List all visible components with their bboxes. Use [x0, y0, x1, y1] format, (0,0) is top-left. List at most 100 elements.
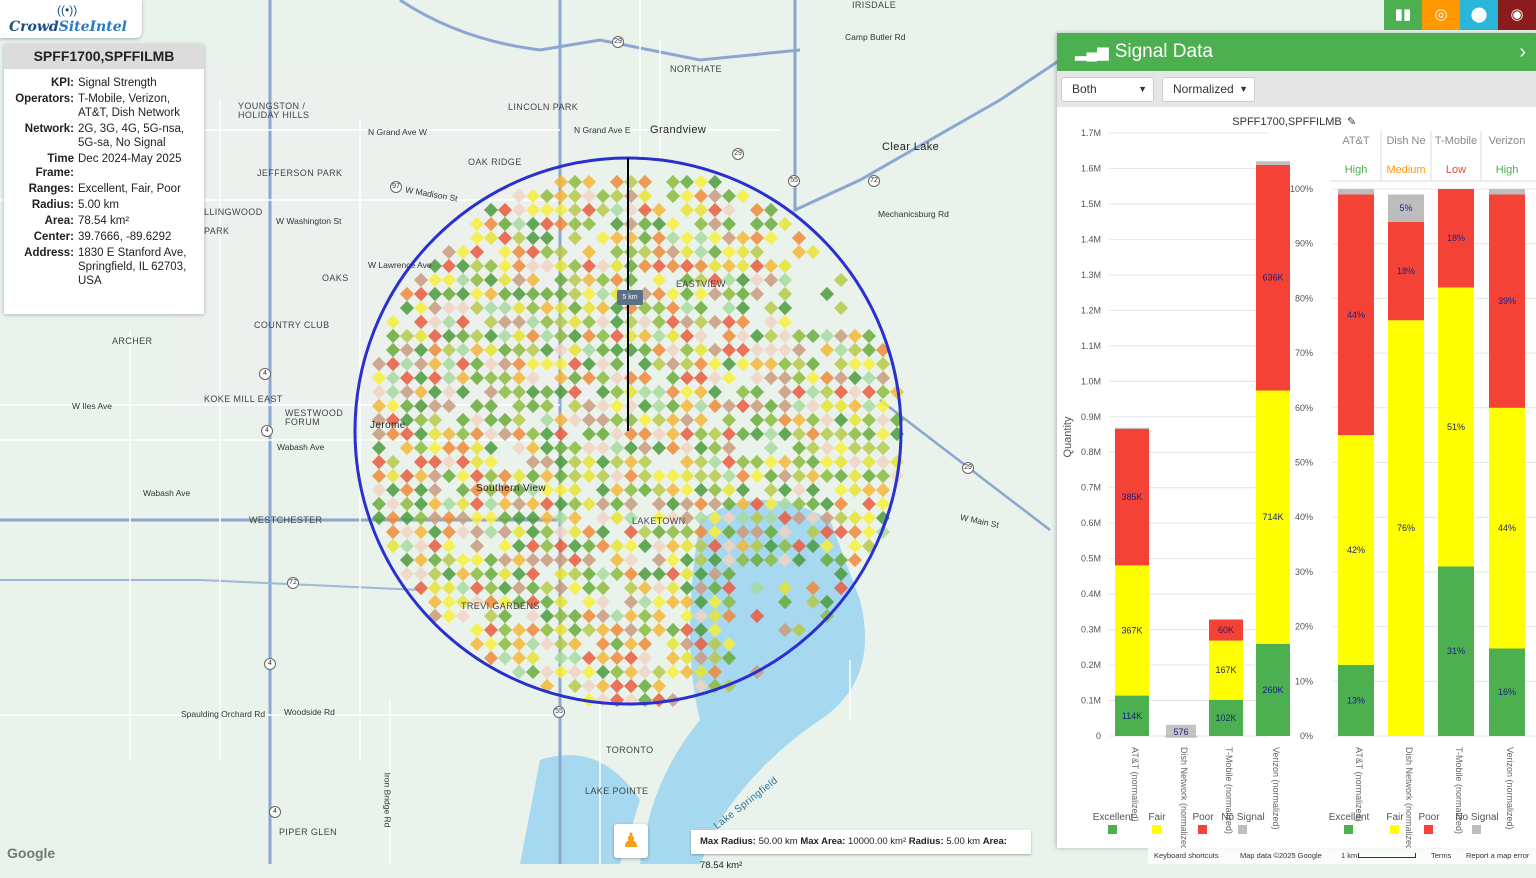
heatmap-cell: [539, 538, 555, 554]
heatmap-cell: [441, 566, 457, 582]
heatmap-cell: [553, 622, 569, 638]
quality-label: High: [1345, 164, 1368, 176]
heatmap-cell: [707, 216, 723, 232]
heatmap-cell: [483, 580, 499, 596]
heatmap-cell: [721, 286, 737, 302]
heatmap-cell: [567, 538, 583, 554]
info-value: 5.00 km: [78, 199, 119, 211]
heatmap-cell: [791, 356, 807, 372]
report-error-link[interactable]: Report a map error: [1466, 848, 1529, 864]
heatmap-cell: [609, 468, 625, 484]
street-view-pegman-icon[interactable]: ♟: [614, 824, 648, 858]
info-key: Operators:: [15, 93, 74, 105]
x-tick-label: AT&T (normalized): [1354, 747, 1364, 822]
heatmap-cell: [707, 244, 723, 260]
heatmap-cell: [651, 384, 667, 400]
chart-button[interactable]: ▮▮: [1384, 0, 1422, 30]
heatmap-cell: [539, 664, 555, 680]
operator-header: T-Mobile: [1435, 135, 1477, 147]
app-logo[interactable]: ((•)) CrowdSiteIntel: [0, 0, 142, 38]
heatmap-cell: [833, 426, 849, 442]
heatmap-cell: [679, 398, 695, 414]
heatmap-cell: [777, 342, 793, 358]
heatmap-cell: [763, 370, 779, 386]
heatmap-cell: [609, 328, 625, 344]
heatmap-cell: [455, 482, 471, 498]
heatmap-cell: [651, 622, 667, 638]
heatmap-cell: [665, 286, 681, 302]
heatmap-cell: [805, 454, 821, 470]
heatmap-cell: [679, 524, 695, 540]
heatmap-cell: [777, 272, 793, 288]
heatmap-cell: [735, 314, 751, 330]
info-value: 1830 E Stanford Ave, Springfield, IL 627…: [78, 247, 187, 287]
heatmap-cell: [511, 622, 527, 638]
heatmap-cell: [609, 426, 625, 442]
location-button[interactable]: ⬤: [1460, 0, 1498, 30]
heatmap-cell: [609, 230, 625, 246]
heatmap-cell: [693, 454, 709, 470]
heatmap-cell: [693, 342, 709, 358]
road-label: Mechanicsburg Rd: [878, 209, 949, 219]
heatmap-cell: [679, 370, 695, 386]
heatmap-cell: [763, 454, 779, 470]
heatmap-cell: [847, 552, 863, 568]
heatmap-cell: [413, 496, 429, 512]
y-tick-label: 1.0M: [1081, 376, 1101, 386]
y-tick-label: 0.8M: [1081, 447, 1101, 457]
heatmap-cell: [623, 188, 639, 204]
heatmap-cell: [665, 594, 681, 610]
heatmap-cell: [763, 356, 779, 372]
route-shield: 4: [269, 806, 281, 818]
heatmap-cell: [525, 664, 541, 680]
y-tick-label: 0%: [1300, 731, 1313, 741]
heatmap-cell: [581, 496, 597, 512]
heatmap-cell: [623, 552, 639, 568]
chevron-right-icon[interactable]: ›: [1519, 33, 1526, 71]
normalization-select[interactable]: Normalized ▼: [1162, 77, 1255, 102]
heatmap-cell: [679, 356, 695, 372]
target-button[interactable]: ◎: [1422, 0, 1460, 30]
keyboard-shortcuts-link[interactable]: Keyboard shortcuts: [1154, 848, 1219, 864]
heatmap-cell: [371, 496, 387, 512]
heatmap-cell: [427, 440, 443, 456]
heatmap-cell: [749, 412, 765, 428]
route-shield: 4: [261, 425, 273, 437]
data-label: 51%: [1447, 422, 1465, 432]
globe-button[interactable]: ◉: [1498, 0, 1536, 30]
heatmap-cell: [637, 328, 653, 344]
heatmap-cell: [567, 678, 583, 694]
heatmap-cell: [469, 552, 485, 568]
heatmap-cell: [679, 300, 695, 316]
heatmap-cell: [805, 370, 821, 386]
terms-link[interactable]: Terms: [1431, 848, 1451, 864]
heatmap-cell: [707, 342, 723, 358]
heatmap-cell: [623, 412, 639, 428]
data-label: 636K: [1262, 273, 1283, 283]
heatmap-cell: [833, 356, 849, 372]
heatmap-cell: [469, 510, 485, 526]
heatmap-cell: [623, 272, 639, 288]
heatmap-cell: [539, 552, 555, 568]
heatmap-cell: [833, 412, 849, 428]
heatmap-cell: [819, 328, 835, 344]
heatmap-cell: [483, 636, 499, 652]
heatmap-cell: [861, 524, 877, 540]
heatmap-cell: [833, 496, 849, 512]
heatmap-cell: [609, 412, 625, 428]
heatmap-cell: [791, 398, 807, 414]
heatmap-cell: [637, 216, 653, 232]
heatmap-cell: [511, 538, 527, 554]
heatmap-cell: [609, 482, 625, 498]
info-key: Ranges:: [28, 183, 74, 195]
heatmap-cell: [609, 664, 625, 680]
road-label: W Washington St: [276, 216, 342, 226]
chevron-down-icon: ▼: [1138, 84, 1147, 94]
heatmap-cell: [483, 510, 499, 526]
technology-select[interactable]: Both ▼: [1061, 77, 1154, 102]
y-tick-label: 20%: [1295, 622, 1313, 632]
route-shield: 4: [259, 368, 271, 380]
heatmap-cell: [553, 496, 569, 512]
heatmap-cell: [819, 496, 835, 512]
heatmap-cell: [651, 482, 667, 498]
